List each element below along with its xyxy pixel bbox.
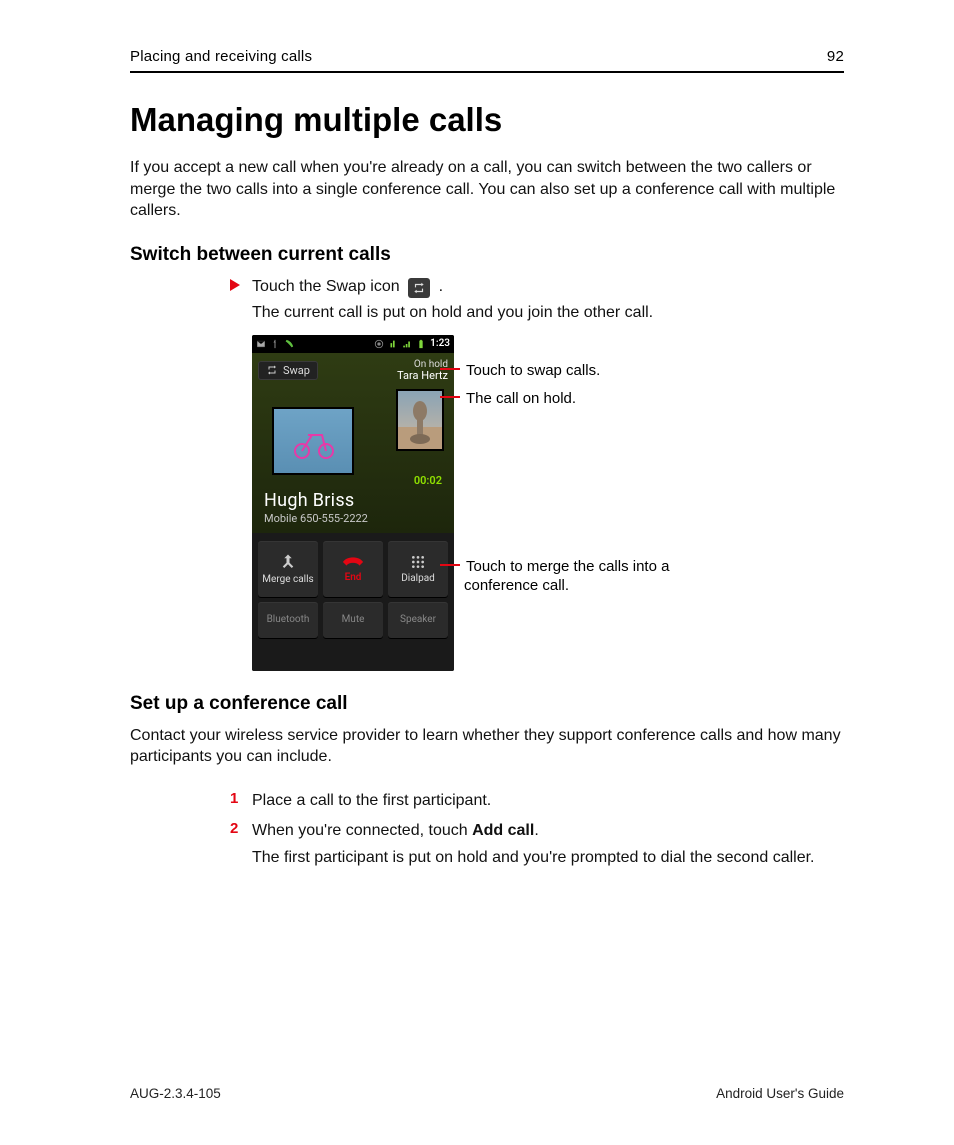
doc-title: Android User's Guide (716, 1086, 844, 1101)
step-number-2: 2 (230, 820, 238, 837)
contact-photo-small (396, 389, 444, 451)
on-hold-label: On hold (348, 359, 448, 370)
swap-icon (266, 364, 278, 376)
speaker-button[interactable]: Speaker (388, 602, 448, 638)
page-number: 92 (827, 48, 844, 65)
caller-number: Mobile 650-555-2222 (264, 512, 368, 525)
status-bar: 1:23 (252, 335, 454, 353)
data-icon (388, 339, 398, 349)
signal-icon (402, 339, 412, 349)
call-timer: 00:02 (414, 474, 442, 487)
gps-icon (374, 339, 384, 349)
swap-label: Swap (283, 364, 310, 377)
mute-label: Mute (342, 614, 365, 625)
battery-icon (416, 339, 426, 349)
heading-conference-call: Set up a conference call (130, 693, 844, 715)
speaker-label: Speaker (400, 614, 436, 625)
heading-switch-calls: Switch between current calls (130, 244, 844, 266)
callout-line-icon (440, 564, 460, 566)
step-followup: The current call is put on hold and you … (252, 302, 844, 324)
on-hold-name: Tara Hertz (348, 370, 448, 382)
merge-calls-button[interactable]: Merge calls (258, 541, 318, 597)
dialpad-icon (410, 554, 426, 570)
on-hold-info: On hold Tara Hertz (348, 359, 448, 382)
phone-status-icon (284, 339, 294, 349)
step-post: . (439, 278, 443, 295)
callout-line-icon (440, 396, 460, 398)
step-text: Touch the Swap icon . (252, 276, 443, 298)
step-2-followup: The first participant is put on hold and… (252, 847, 844, 869)
callout-line-icon (440, 368, 460, 370)
step-pre: Touch the Swap icon (252, 278, 400, 295)
mute-button[interactable]: Mute (323, 602, 383, 638)
callout-merge: Touch to merge the calls into a conferen… (464, 558, 669, 595)
usb-icon (270, 339, 280, 349)
intro-paragraph: If you accept a new call when you're alr… (130, 157, 844, 222)
page-footer: AUG-2.3.4-105 Android User's Guide (130, 1086, 844, 1101)
step-2: 2 When you're connected, touch Add call. (230, 820, 844, 842)
conference-intro: Contact your wireless service provider t… (130, 725, 844, 768)
mail-icon (256, 339, 266, 349)
add-call-label: Add call (472, 822, 534, 839)
bluetooth-label: Bluetooth (267, 614, 310, 625)
step-2-pre: When you're connected, touch (252, 822, 472, 839)
dialpad-button[interactable]: Dialpad (388, 541, 448, 597)
step-1: 1 Place a call to the first participant. (230, 790, 844, 812)
page-title: Managing multiple calls (130, 101, 844, 139)
running-header: Placing and receiving calls 92 (130, 48, 844, 73)
bluetooth-button[interactable]: Bluetooth (258, 602, 318, 638)
merge-label: Merge calls (262, 574, 313, 585)
caller-name: Hugh Briss (264, 490, 368, 511)
step-bullet: Touch the Swap icon . (230, 276, 844, 298)
end-call-button[interactable]: End (323, 541, 383, 597)
phone-mockup: 1:23 Swap On hold Tara Hertz 00:02 (252, 335, 454, 671)
swap-button[interactable]: Swap (258, 361, 318, 380)
caller-info: Hugh Briss Mobile 650-555-2222 (264, 490, 368, 525)
status-time: 1:23 (430, 338, 450, 349)
triangle-bullet-icon (230, 279, 240, 291)
dialpad-label: Dialpad (401, 573, 435, 584)
end-label: End (345, 572, 362, 583)
callout-swap: Touch to swap calls. (466, 362, 600, 379)
end-call-icon (342, 555, 364, 569)
contact-photo-large (272, 407, 354, 475)
step-1-text: Place a call to the first participant. (252, 790, 491, 812)
step-2-text: When you're connected, touch Add call. (252, 820, 539, 842)
step-2-post: . (534, 822, 538, 839)
merge-icon (279, 553, 297, 571)
screenshot-with-callouts: 1:23 Swap On hold Tara Hertz 00:02 (252, 335, 844, 671)
section-name: Placing and receiving calls (130, 48, 312, 65)
callout-onhold: The call on hold. (466, 390, 576, 407)
step-number-1: 1 (230, 790, 238, 807)
swap-icon (408, 278, 430, 298)
doc-id: AUG-2.3.4-105 (130, 1086, 221, 1101)
